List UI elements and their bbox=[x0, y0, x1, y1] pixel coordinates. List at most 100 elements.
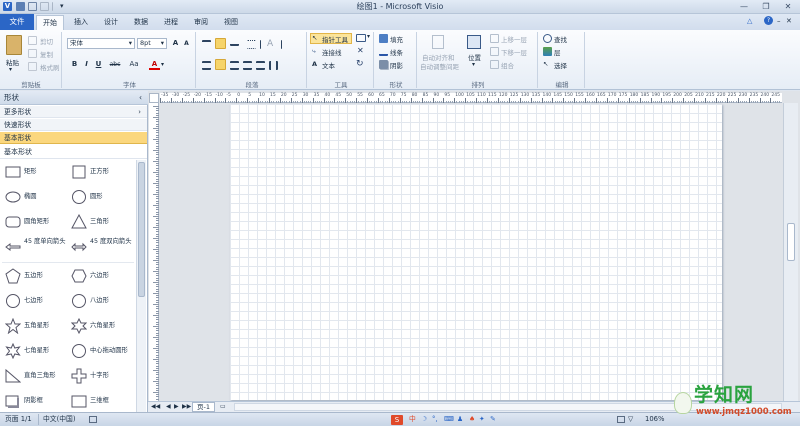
shape-item[interactable]: 六角星形 bbox=[68, 315, 138, 337]
shape-item[interactable]: 45 度单向箭头 bbox=[2, 236, 72, 258]
group-button[interactable]: 组合 bbox=[501, 60, 514, 70]
doc-close-icon[interactable]: ✕ bbox=[786, 17, 792, 25]
page-tab[interactable]: 页-1 bbox=[192, 402, 215, 412]
zoom-level[interactable]: 106% bbox=[645, 413, 664, 426]
collapse-panel-icon[interactable]: ‹ bbox=[139, 91, 142, 105]
shape-item[interactable]: 三角形 bbox=[68, 211, 138, 233]
ime-settings-icon[interactable]: ✎ bbox=[490, 413, 496, 426]
bold-button[interactable]: B bbox=[69, 59, 80, 70]
shape-item[interactable]: 六边形 bbox=[68, 265, 138, 287]
font-name-combo[interactable]: 宋体 ▾ bbox=[67, 38, 135, 49]
minimize-ribbon-icon[interactable]: △ bbox=[747, 17, 752, 25]
connect-shapes-icon[interactable]: ↻ bbox=[356, 59, 364, 69]
outdent-icon[interactable] bbox=[273, 40, 282, 49]
ime-logo-icon[interactable]: S bbox=[391, 415, 403, 425]
align-middle-icon[interactable] bbox=[215, 38, 226, 49]
connector-button[interactable]: 连接线 bbox=[322, 47, 342, 57]
presentation-icon[interactable]: ▽ bbox=[628, 413, 633, 426]
doc-minimize-icon[interactable]: – bbox=[777, 17, 781, 25]
tab-process[interactable]: 进程 bbox=[158, 15, 184, 30]
font-color-dropdown-icon[interactable]: ▾ bbox=[161, 61, 164, 68]
ime-user-icon[interactable]: ♟ bbox=[457, 413, 463, 426]
paste-icon[interactable] bbox=[6, 35, 22, 55]
layers-button[interactable]: 层 bbox=[554, 47, 561, 57]
shrink-font-button[interactable]: A bbox=[181, 38, 192, 49]
vertical-scrollbar[interactable] bbox=[783, 103, 798, 401]
language-indicator[interactable]: 中文(中国) bbox=[43, 413, 76, 426]
connection-point-icon[interactable]: ✕ bbox=[357, 46, 364, 55]
shape-item[interactable]: 中心拖动圆形 bbox=[68, 340, 138, 362]
shape-item[interactable]: 八边形 bbox=[68, 290, 138, 312]
ime-keyboard-icon[interactable]: ⌨ bbox=[444, 413, 454, 426]
tab-home[interactable]: 开始 bbox=[36, 15, 64, 30]
auto-space-label[interactable]: 自动调整间距 bbox=[420, 61, 459, 71]
shadow-button[interactable]: 阴影 bbox=[390, 60, 403, 70]
shape-item[interactable]: 五角星形 bbox=[2, 315, 72, 337]
select-button[interactable]: 选择 bbox=[554, 60, 567, 70]
insert-page-icon[interactable]: ▭ bbox=[220, 403, 226, 410]
minimize-button[interactable]: — bbox=[733, 1, 755, 12]
shape-item[interactable]: 直角三角形 bbox=[2, 365, 72, 387]
line-button[interactable]: 线条 bbox=[390, 47, 403, 57]
prev-page-icon[interactable]: ◀ bbox=[166, 403, 171, 410]
align-left-icon[interactable] bbox=[202, 61, 211, 70]
align-top-icon[interactable] bbox=[202, 40, 211, 46]
more-shapes-row[interactable]: 更多形状 › bbox=[0, 106, 147, 118]
shape-item[interactable]: 45 度双向箭头 bbox=[68, 236, 138, 258]
font-color-button[interactable]: A bbox=[149, 59, 160, 70]
rectangle-tool-icon[interactable] bbox=[356, 34, 366, 42]
format-painter-button[interactable]: 格式刷 bbox=[40, 62, 60, 72]
font-size-combo[interactable]: 8pt ▾ bbox=[137, 38, 167, 49]
shape-item[interactable]: 矩形 bbox=[2, 161, 72, 183]
tab-design[interactable]: 设计 bbox=[98, 15, 124, 30]
bring-forward-button[interactable]: 上移一层 bbox=[501, 34, 527, 44]
align-right-icon[interactable] bbox=[230, 61, 239, 70]
italic-button[interactable]: I bbox=[81, 59, 92, 70]
shape-item[interactable]: 七角星形 bbox=[2, 340, 72, 362]
help-icon[interactable]: ? bbox=[764, 16, 773, 25]
send-backward-button[interactable]: 下移一层 bbox=[501, 47, 527, 57]
distribute-icon[interactable] bbox=[256, 61, 265, 70]
tab-review[interactable]: 审阅 bbox=[188, 15, 214, 30]
tab-view[interactable]: 视图 bbox=[218, 15, 244, 30]
align-center-icon[interactable] bbox=[215, 59, 226, 70]
justify-icon[interactable] bbox=[243, 61, 252, 70]
change-case-button[interactable]: Aa bbox=[127, 59, 141, 70]
align-bottom-icon[interactable] bbox=[230, 40, 239, 46]
shape-item[interactable]: 十字形 bbox=[68, 365, 138, 387]
shapes-scroll-thumb[interactable] bbox=[138, 162, 145, 297]
shape-item[interactable]: 圆角矩形 bbox=[2, 211, 72, 233]
basic-shapes-row[interactable]: 基本形状 bbox=[0, 132, 147, 144]
find-button[interactable]: 查找 bbox=[554, 34, 567, 44]
underline-button[interactable]: U bbox=[93, 59, 104, 70]
ime-mode[interactable]: 中 bbox=[409, 413, 416, 426]
grow-font-button[interactable]: A bbox=[170, 38, 181, 49]
drawing-page[interactable] bbox=[230, 104, 722, 400]
text-direction-icon[interactable]: A bbox=[267, 39, 273, 49]
close-button[interactable]: ✕ bbox=[777, 1, 799, 12]
maximize-button[interactable]: ❐ bbox=[755, 1, 777, 12]
tab-file[interactable]: 文件 bbox=[0, 14, 34, 30]
quick-shapes-row[interactable]: 快速形状 bbox=[0, 119, 147, 131]
pointer-tool-button[interactable]: 指针工具 bbox=[322, 34, 348, 44]
shape-item[interactable]: 三维框 bbox=[68, 390, 138, 412]
shape-item[interactable]: 七边形 bbox=[2, 290, 72, 312]
text-tool-button[interactable]: 文本 bbox=[322, 60, 335, 70]
ime-tool-icon[interactable]: ✦ bbox=[479, 413, 485, 426]
first-page-icon[interactable]: ◀◀ bbox=[151, 403, 160, 410]
ime-skin-icon[interactable]: ♠ bbox=[469, 413, 475, 426]
full-screen-icon[interactable] bbox=[617, 416, 625, 423]
shape-item[interactable]: 阴影框 bbox=[2, 390, 72, 412]
strikethrough-button[interactable]: abc bbox=[107, 59, 123, 70]
position-icon[interactable] bbox=[467, 35, 481, 49]
auto-align-icon[interactable] bbox=[432, 35, 444, 49]
next-page-icon[interactable]: ▶ bbox=[174, 403, 179, 410]
shape-item[interactable]: 正方形 bbox=[68, 161, 138, 183]
shape-item[interactable]: 圆形 bbox=[68, 186, 138, 208]
shape-item[interactable]: 椭圆 bbox=[2, 186, 72, 208]
shape-item[interactable]: 五边形 bbox=[2, 265, 72, 287]
copy-button[interactable]: 复制 bbox=[40, 49, 53, 59]
macro-icon[interactable] bbox=[89, 416, 97, 423]
ime-punct-icon[interactable]: °, bbox=[432, 413, 438, 426]
page-indicator[interactable]: 页面 1/1 bbox=[5, 413, 32, 426]
